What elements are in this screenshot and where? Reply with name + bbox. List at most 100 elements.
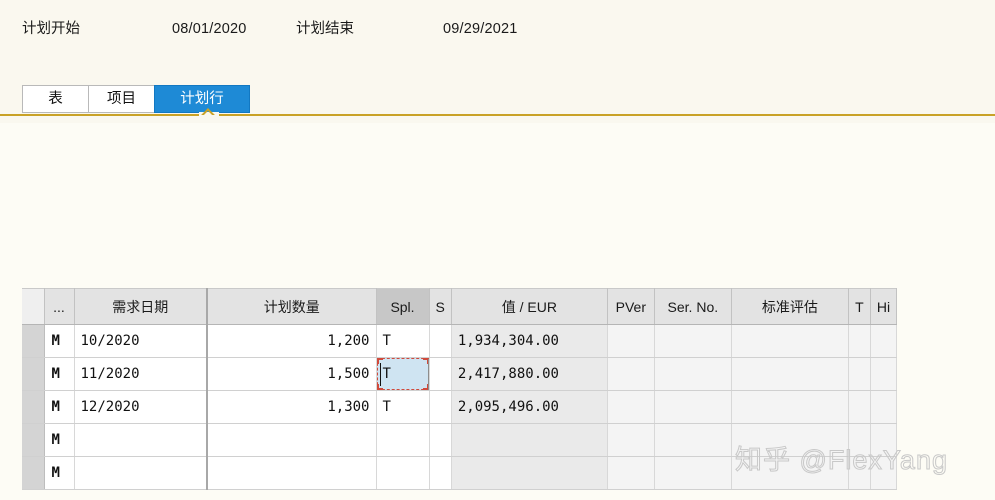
cell-pver[interactable] (607, 456, 655, 490)
column-header-stdeval[interactable]: 标准评估 (731, 288, 849, 325)
column-header-serno[interactable]: Ser. No. (654, 288, 732, 325)
cell-mark[interactable]: M (44, 456, 75, 490)
tab-table[interactable]: 表 (22, 85, 88, 113)
cell-t[interactable] (848, 390, 871, 424)
row-selector[interactable] (22, 456, 45, 490)
cell-mark[interactable]: M (44, 357, 75, 391)
row-selector[interactable] (22, 324, 45, 358)
cell-pver[interactable] (607, 423, 655, 457)
tab-underline (0, 112, 995, 117)
cell-value[interactable]: 2,417,880.00 (451, 357, 608, 391)
cell-value[interactable]: 2,095,496.00 (451, 390, 608, 424)
cell-pver[interactable] (607, 390, 655, 424)
cell-t[interactable] (848, 357, 871, 391)
cell-stdeval[interactable] (731, 324, 849, 358)
cell-stdeval[interactable] (731, 423, 849, 457)
cell-hi[interactable] (870, 324, 898, 358)
focus-corner-marker (376, 358, 383, 364)
cell-serno[interactable] (654, 423, 732, 457)
cell-qty[interactable]: 1,200 (206, 324, 377, 358)
row-selector[interactable] (22, 390, 45, 424)
schedule-lines-table: ... 需求日期 计划数量 Spl. S 值 / EUR PVer Ser. No. 标准评估 T… (22, 288, 898, 490)
cell-value[interactable] (451, 423, 608, 457)
cell-date[interactable]: 12/2020 (74, 390, 208, 424)
cell-t[interactable] (848, 324, 871, 358)
table-row[interactable]: M 11/2020 1,500 T 2,417,880.00 (22, 357, 898, 391)
focus-corner-marker (376, 384, 383, 390)
plan-start-label: 计划开始 (22, 21, 80, 37)
text-caret (379, 363, 381, 386)
table-row[interactable]: M (22, 456, 898, 490)
cell-pver[interactable] (607, 357, 655, 391)
row-selector[interactable] (22, 357, 45, 391)
cell-qty[interactable] (206, 423, 377, 457)
plan-period-header: 计划开始 08/01/2020 计划结束 09/29/2021 (0, 0, 995, 58)
active-tab-chevron-icon (197, 105, 221, 115)
cell-spl[interactable] (376, 423, 430, 457)
cell-serno[interactable] (654, 324, 732, 358)
table-body: M 10/2020 1,200 T 1,934,304.00 M 11/2020 1,500 T… (22, 324, 898, 490)
column-header-mark[interactable]: ... (44, 288, 75, 325)
tab-items[interactable]: 项目 (88, 85, 154, 113)
cell-date[interactable]: 11/2020 (74, 357, 208, 391)
cell-stdeval[interactable] (731, 390, 849, 424)
cell-stdeval[interactable] (731, 456, 849, 490)
cell-qty[interactable] (206, 456, 377, 490)
column-header-pver[interactable]: PVer (607, 288, 655, 325)
table-header-row: ... 需求日期 计划数量 Spl. S 值 / EUR PVer Ser. No. 标准评估 T… (22, 288, 898, 325)
cell-serno[interactable] (654, 390, 732, 424)
column-header-hi[interactable]: Hi (870, 288, 898, 325)
cell-date[interactable]: 10/2020 (74, 324, 208, 358)
cell-t[interactable] (848, 456, 871, 490)
table-row[interactable]: M (22, 423, 898, 457)
cell-s[interactable] (429, 456, 452, 490)
cell-value[interactable]: 1,934,304.00 (451, 324, 608, 358)
cell-spl-focused[interactable]: T (376, 357, 430, 391)
plan-end-label: 计划结束 (296, 21, 354, 37)
cell-spl[interactable]: T (376, 324, 430, 358)
schedule-lines-grid: ... 需求日期 计划数量 Spl. S 值 / EUR PVer Ser. No. 标准评估 T… (0, 275, 995, 500)
cell-spl[interactable]: T (376, 390, 430, 424)
cell-mark[interactable]: M (44, 324, 75, 358)
column-header-value[interactable]: 值 / EUR (451, 288, 608, 325)
plan-end-value: 09/29/2021 (443, 21, 518, 37)
table-row[interactable]: M 10/2020 1,200 T 1,934,304.00 (22, 324, 898, 358)
cell-serno[interactable] (654, 357, 732, 391)
column-header-qty[interactable]: 计划数量 (206, 288, 377, 325)
plan-start-value: 08/01/2020 (172, 21, 247, 37)
cell-pver[interactable] (607, 324, 655, 358)
cell-s[interactable] (429, 423, 452, 457)
cell-hi[interactable] (870, 357, 898, 391)
tab-bar: 表 项目 计划行 (0, 58, 995, 123)
column-header-spl[interactable]: Spl. (376, 288, 430, 325)
cell-mark[interactable]: M (44, 423, 75, 457)
cell-t[interactable] (848, 423, 871, 457)
cell-s[interactable] (429, 390, 452, 424)
table-row[interactable]: M 12/2020 1,300 T 2,095,496.00 (22, 390, 898, 424)
cell-hi[interactable] (870, 423, 898, 457)
cell-s[interactable] (429, 324, 452, 358)
cell-qty[interactable]: 1,300 (206, 390, 377, 424)
cell-s[interactable] (429, 357, 452, 391)
cell-qty[interactable]: 1,500 (206, 357, 377, 391)
column-header-s[interactable]: S (429, 288, 452, 325)
cell-serno[interactable] (654, 456, 732, 490)
cell-spl[interactable] (376, 456, 430, 490)
cell-hi[interactable] (870, 456, 898, 490)
detail-form: 物料 工厂 需求类型 版本/激活 / 需求计划 外部需求计划 ID 计划数量 P… (0, 123, 995, 373)
cell-value[interactable] (451, 456, 608, 490)
select-all-header[interactable] (22, 288, 45, 325)
row-selector[interactable] (22, 423, 45, 457)
focused-cell-value: T (382, 366, 391, 382)
table-header: ... 需求日期 计划数量 Spl. S 值 / EUR PVer Ser. No. 标准评估 T… (22, 288, 898, 325)
application-window: 计划开始 08/01/2020 计划结束 09/29/2021 表 项目 计划行… (0, 0, 995, 500)
cell-stdeval[interactable] (731, 357, 849, 391)
cell-hi[interactable] (870, 390, 898, 424)
value-help-button[interactable] (427, 359, 428, 390)
focused-cell-editor[interactable]: T (376, 358, 428, 390)
cell-date[interactable] (74, 456, 208, 490)
cell-mark[interactable]: M (44, 390, 75, 424)
column-header-t[interactable]: T (848, 288, 871, 325)
column-header-date[interactable]: 需求日期 (74, 288, 208, 325)
cell-date[interactable] (74, 423, 208, 457)
